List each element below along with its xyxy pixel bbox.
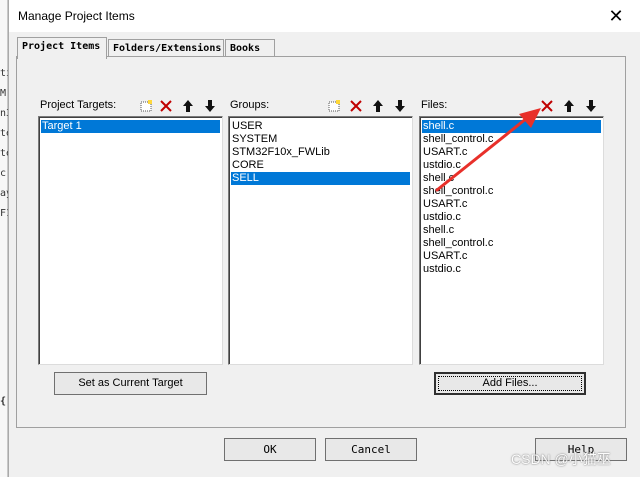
delete-group-button[interactable] [346, 95, 366, 115]
watermark-text: CSDN @小猫巫 [511, 451, 611, 467]
tab-label: Folders/Extensions [113, 43, 222, 54]
cancel-button[interactable]: Cancel [325, 438, 417, 461]
list-item[interactable]: CORE [231, 159, 410, 172]
move-down-icon [395, 100, 405, 112]
groups-header: Groups: [228, 95, 413, 115]
move-group-up-button[interactable] [368, 95, 388, 115]
close-button[interactable]: ✕ [605, 5, 627, 27]
list-item[interactable]: SYSTEM [231, 133, 410, 146]
tab-label: Books [230, 43, 261, 54]
add-files-button[interactable]: Add Files... [434, 372, 586, 395]
new-icon [140, 100, 152, 112]
groups-list[interactable]: USER SYSTEM STM32F10x_FWLib CORE SELL [228, 116, 413, 365]
delete-icon [160, 100, 172, 112]
list-item[interactable]: SELL [231, 172, 410, 185]
tab-project-items[interactable]: Project Items [17, 37, 107, 59]
tab-books[interactable]: Books [225, 39, 275, 57]
targets-list[interactable]: Target 1 [38, 116, 223, 365]
new-group-button[interactable] [324, 95, 344, 115]
ok-button[interactable]: OK [224, 438, 316, 461]
list-item[interactable]: shell.c [422, 224, 601, 237]
annotation-arrow [435, 108, 541, 192]
list-item[interactable]: Target 1 [41, 120, 220, 133]
targets-label: Project Targets: [40, 99, 117, 111]
button-label: Set as Current Target [78, 377, 183, 389]
set-current-target-button[interactable]: Set as Current Target [54, 372, 207, 395]
tab-label: Project Items [22, 41, 101, 52]
move-up-icon [564, 100, 574, 112]
button-label: Cancel [351, 443, 391, 456]
background-ide-strip: ti M n3 te te c ay F1 { [0, 0, 12, 477]
move-group-down-button[interactable] [390, 95, 410, 115]
button-label: OK [263, 443, 277, 456]
new-target-button[interactable] [136, 95, 156, 115]
list-item[interactable]: USART.c [422, 250, 601, 263]
background-text-fragment: c [0, 168, 7, 179]
move-target-up-button[interactable] [178, 95, 198, 115]
list-item[interactable]: ustdio.c [422, 211, 601, 224]
groups-label: Groups: [230, 99, 270, 111]
move-file-up-button[interactable] [559, 95, 579, 115]
targets-header: Project Targets: [38, 95, 223, 115]
close-icon: ✕ [608, 6, 624, 26]
background-text-fragment: M [0, 88, 7, 99]
background-text-fragment: { [0, 396, 7, 407]
list-item[interactable]: USER [231, 120, 410, 133]
manage-project-items-dialog: Manage Project Items ✕ Project Items Fol… [8, 0, 640, 477]
list-item[interactable]: STM32F10x_FWLib [231, 146, 410, 159]
list-item[interactable]: ustdio.c [422, 263, 601, 276]
title-bar: Manage Project Items ✕ [9, 0, 640, 32]
move-down-icon [586, 100, 596, 112]
move-up-icon [183, 100, 193, 112]
move-up-icon [373, 100, 383, 112]
delete-icon [350, 100, 362, 112]
delete-target-button[interactable] [156, 95, 176, 115]
focus-rect [438, 376, 582, 391]
move-down-icon [205, 100, 215, 112]
move-file-down-button[interactable] [581, 95, 601, 115]
move-target-down-button[interactable] [200, 95, 220, 115]
new-icon [328, 100, 340, 112]
tab-folders-extensions[interactable]: Folders/Extensions [108, 39, 224, 57]
dialog-title: Manage Project Items [18, 9, 135, 23]
list-item[interactable]: shell_control.c [422, 237, 601, 250]
